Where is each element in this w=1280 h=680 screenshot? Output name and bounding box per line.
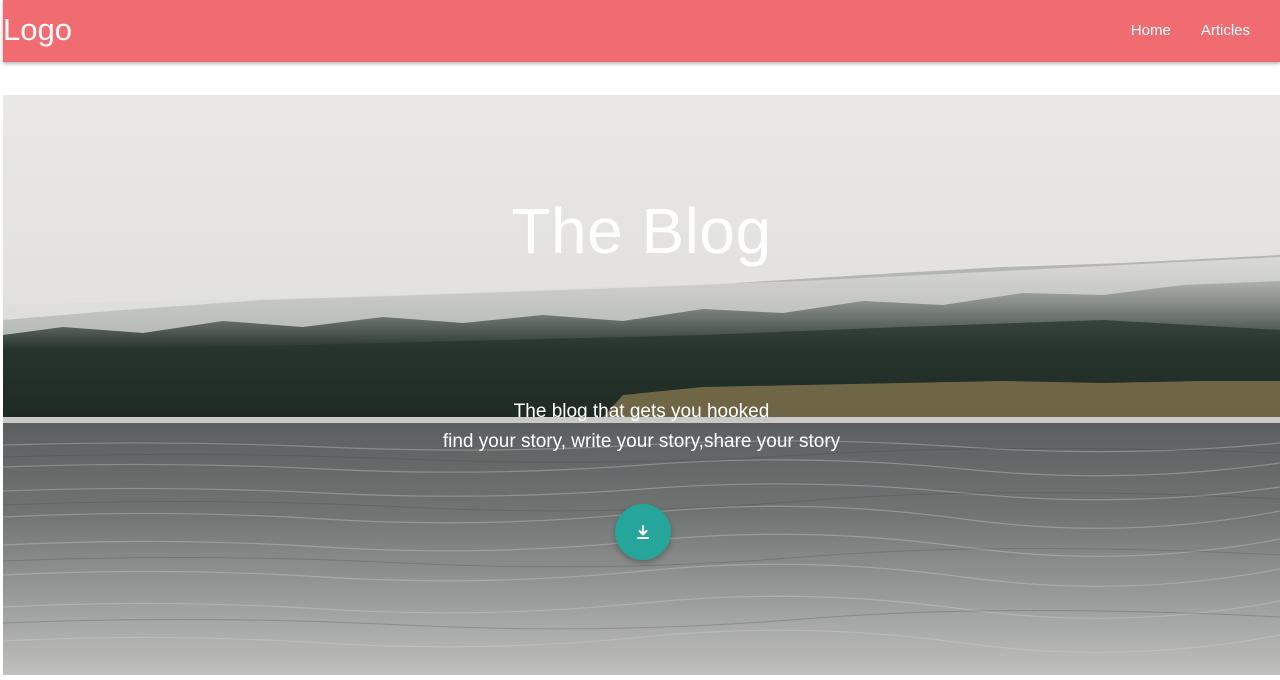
nav-link-home[interactable]: Home xyxy=(1116,0,1186,62)
nav-links: Home Articles xyxy=(1116,0,1265,62)
hero-description: find your story, write your story,share … xyxy=(442,431,841,452)
brand-logo[interactable]: Logo xyxy=(3,11,72,49)
hero-section: The Blog The blog that gets you hooked f… xyxy=(3,95,1280,675)
download-icon xyxy=(636,524,650,540)
download-button[interactable] xyxy=(615,504,671,560)
nav-link-articles[interactable]: Articles xyxy=(1186,0,1265,62)
hero-background-image xyxy=(3,95,1280,675)
navbar: Logo Home Articles xyxy=(3,0,1280,62)
hero-title: The Blog xyxy=(511,195,772,267)
hero-subtitle: The blog that gets you hooked find your … xyxy=(3,397,1280,457)
hero-tagline: The blog that gets you hooked xyxy=(513,401,770,422)
